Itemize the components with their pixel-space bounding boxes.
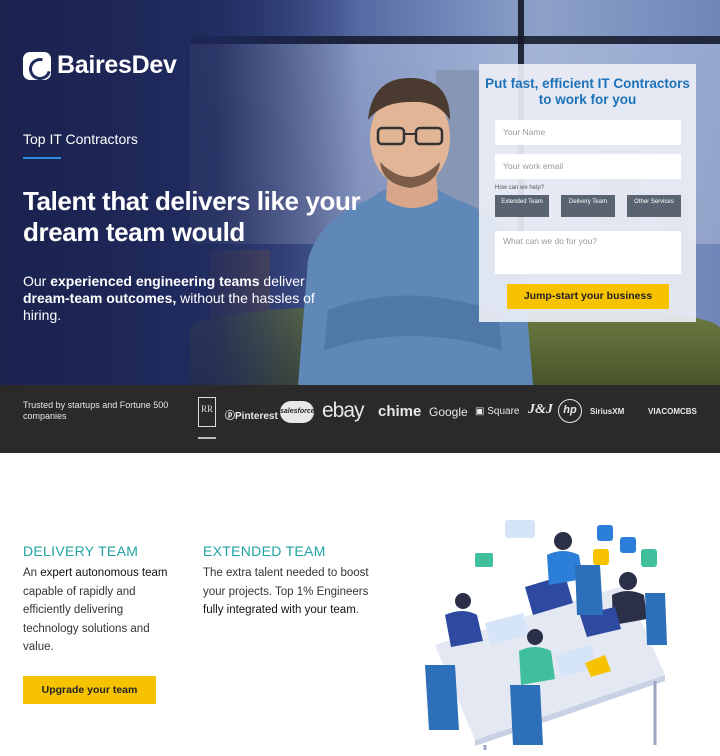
- square-icon: ▣: [475, 406, 488, 417]
- body-text: The extra talent needed to boost your pr…: [203, 567, 369, 598]
- hp-logo: hp: [558, 399, 582, 423]
- extended-team-body: The extra talent needed to boost your pr…: [203, 564, 375, 620]
- extended-team-title: EXTENDED TEAM: [203, 543, 326, 559]
- square-logo: ▣ Square: [475, 406, 519, 417]
- jump-start-button[interactable]: Jump-start your business: [507, 284, 669, 309]
- hero-eyebrow: Top IT Contractors: [23, 131, 138, 147]
- hero-section: BairesDev Top IT Contractors Talent that…: [0, 0, 720, 385]
- logo-divider: [198, 437, 216, 439]
- trusted-text: Trusted by startups and Fortune 500 comp…: [23, 400, 169, 421]
- chip-other-services[interactable]: Other Services: [627, 195, 681, 217]
- name-input[interactable]: Your Name: [495, 120, 681, 145]
- chip-extended-team[interactable]: Extended Team: [495, 195, 549, 217]
- subcopy-emphasis: dream-team outcomes,: [23, 290, 177, 306]
- subcopy-emphasis: experienced engineering teams: [50, 273, 260, 289]
- square-label: Square: [487, 406, 520, 417]
- siriusxm-logo: SiriusXM: [590, 407, 625, 416]
- help-label: How can we help?: [495, 185, 545, 191]
- message-textarea[interactable]: What can we do for you?: [495, 231, 681, 274]
- chip-delivery-team[interactable]: Delivery Team: [561, 195, 615, 217]
- jnj-logo: J&J: [528, 402, 553, 417]
- viacomcbs-logo: VIACOMCBS: [648, 407, 697, 416]
- hero-headline: Talent that delivers like your dream tea…: [23, 186, 361, 247]
- trusted-by-strip: Trusted by startups and Fortune 500 comp…: [0, 385, 720, 453]
- form-title: Put fast, efficient IT Contractors to wo…: [485, 76, 690, 107]
- subcopy-text: Our: [23, 273, 51, 289]
- pinterest-label: Pinterest: [235, 411, 278, 422]
- brand-name: BairesDev: [57, 51, 177, 79]
- body-text: .: [355, 604, 359, 616]
- subcopy-text: deliver: [259, 273, 305, 289]
- hero-subcopy: Our experienced engineering teams delive…: [23, 273, 323, 324]
- team-illustration: [425, 520, 667, 750]
- services-section: DELIVERY TEAM An expert autonomous team …: [0, 453, 720, 756]
- body-emphasis: fully integrated with your team: [203, 604, 356, 616]
- email-input[interactable]: Your work email: [495, 154, 681, 179]
- ebay-logo: ebay: [322, 399, 365, 422]
- pinterest-icon: ⓟ: [225, 411, 235, 422]
- delivery-team-body: An expert autonomous team capable of rap…: [23, 564, 173, 657]
- salesforce-logo: salesforce: [280, 401, 315, 423]
- chime-logo: chime: [378, 403, 422, 420]
- delivery-team-title: DELIVERY TEAM: [23, 543, 139, 559]
- contact-form: Put fast, efficient IT Contractors to wo…: [479, 64, 696, 322]
- google-logo: Google: [429, 405, 468, 419]
- rolls-royce-logo: RR: [198, 397, 216, 427]
- logo-mark-icon: [23, 51, 51, 80]
- upgrade-team-button[interactable]: Upgrade your team: [23, 676, 156, 704]
- eyebrow-divider: [23, 157, 61, 159]
- body-emphasis: expert autonomous team: [40, 567, 168, 579]
- brand-logo[interactable]: BairesDev: [23, 51, 177, 80]
- pinterest-logo: ⓟPinterest: [225, 407, 278, 422]
- body-text: capable of rapidly and efficiently deliv…: [23, 585, 150, 654]
- body-text: An: [23, 567, 41, 579]
